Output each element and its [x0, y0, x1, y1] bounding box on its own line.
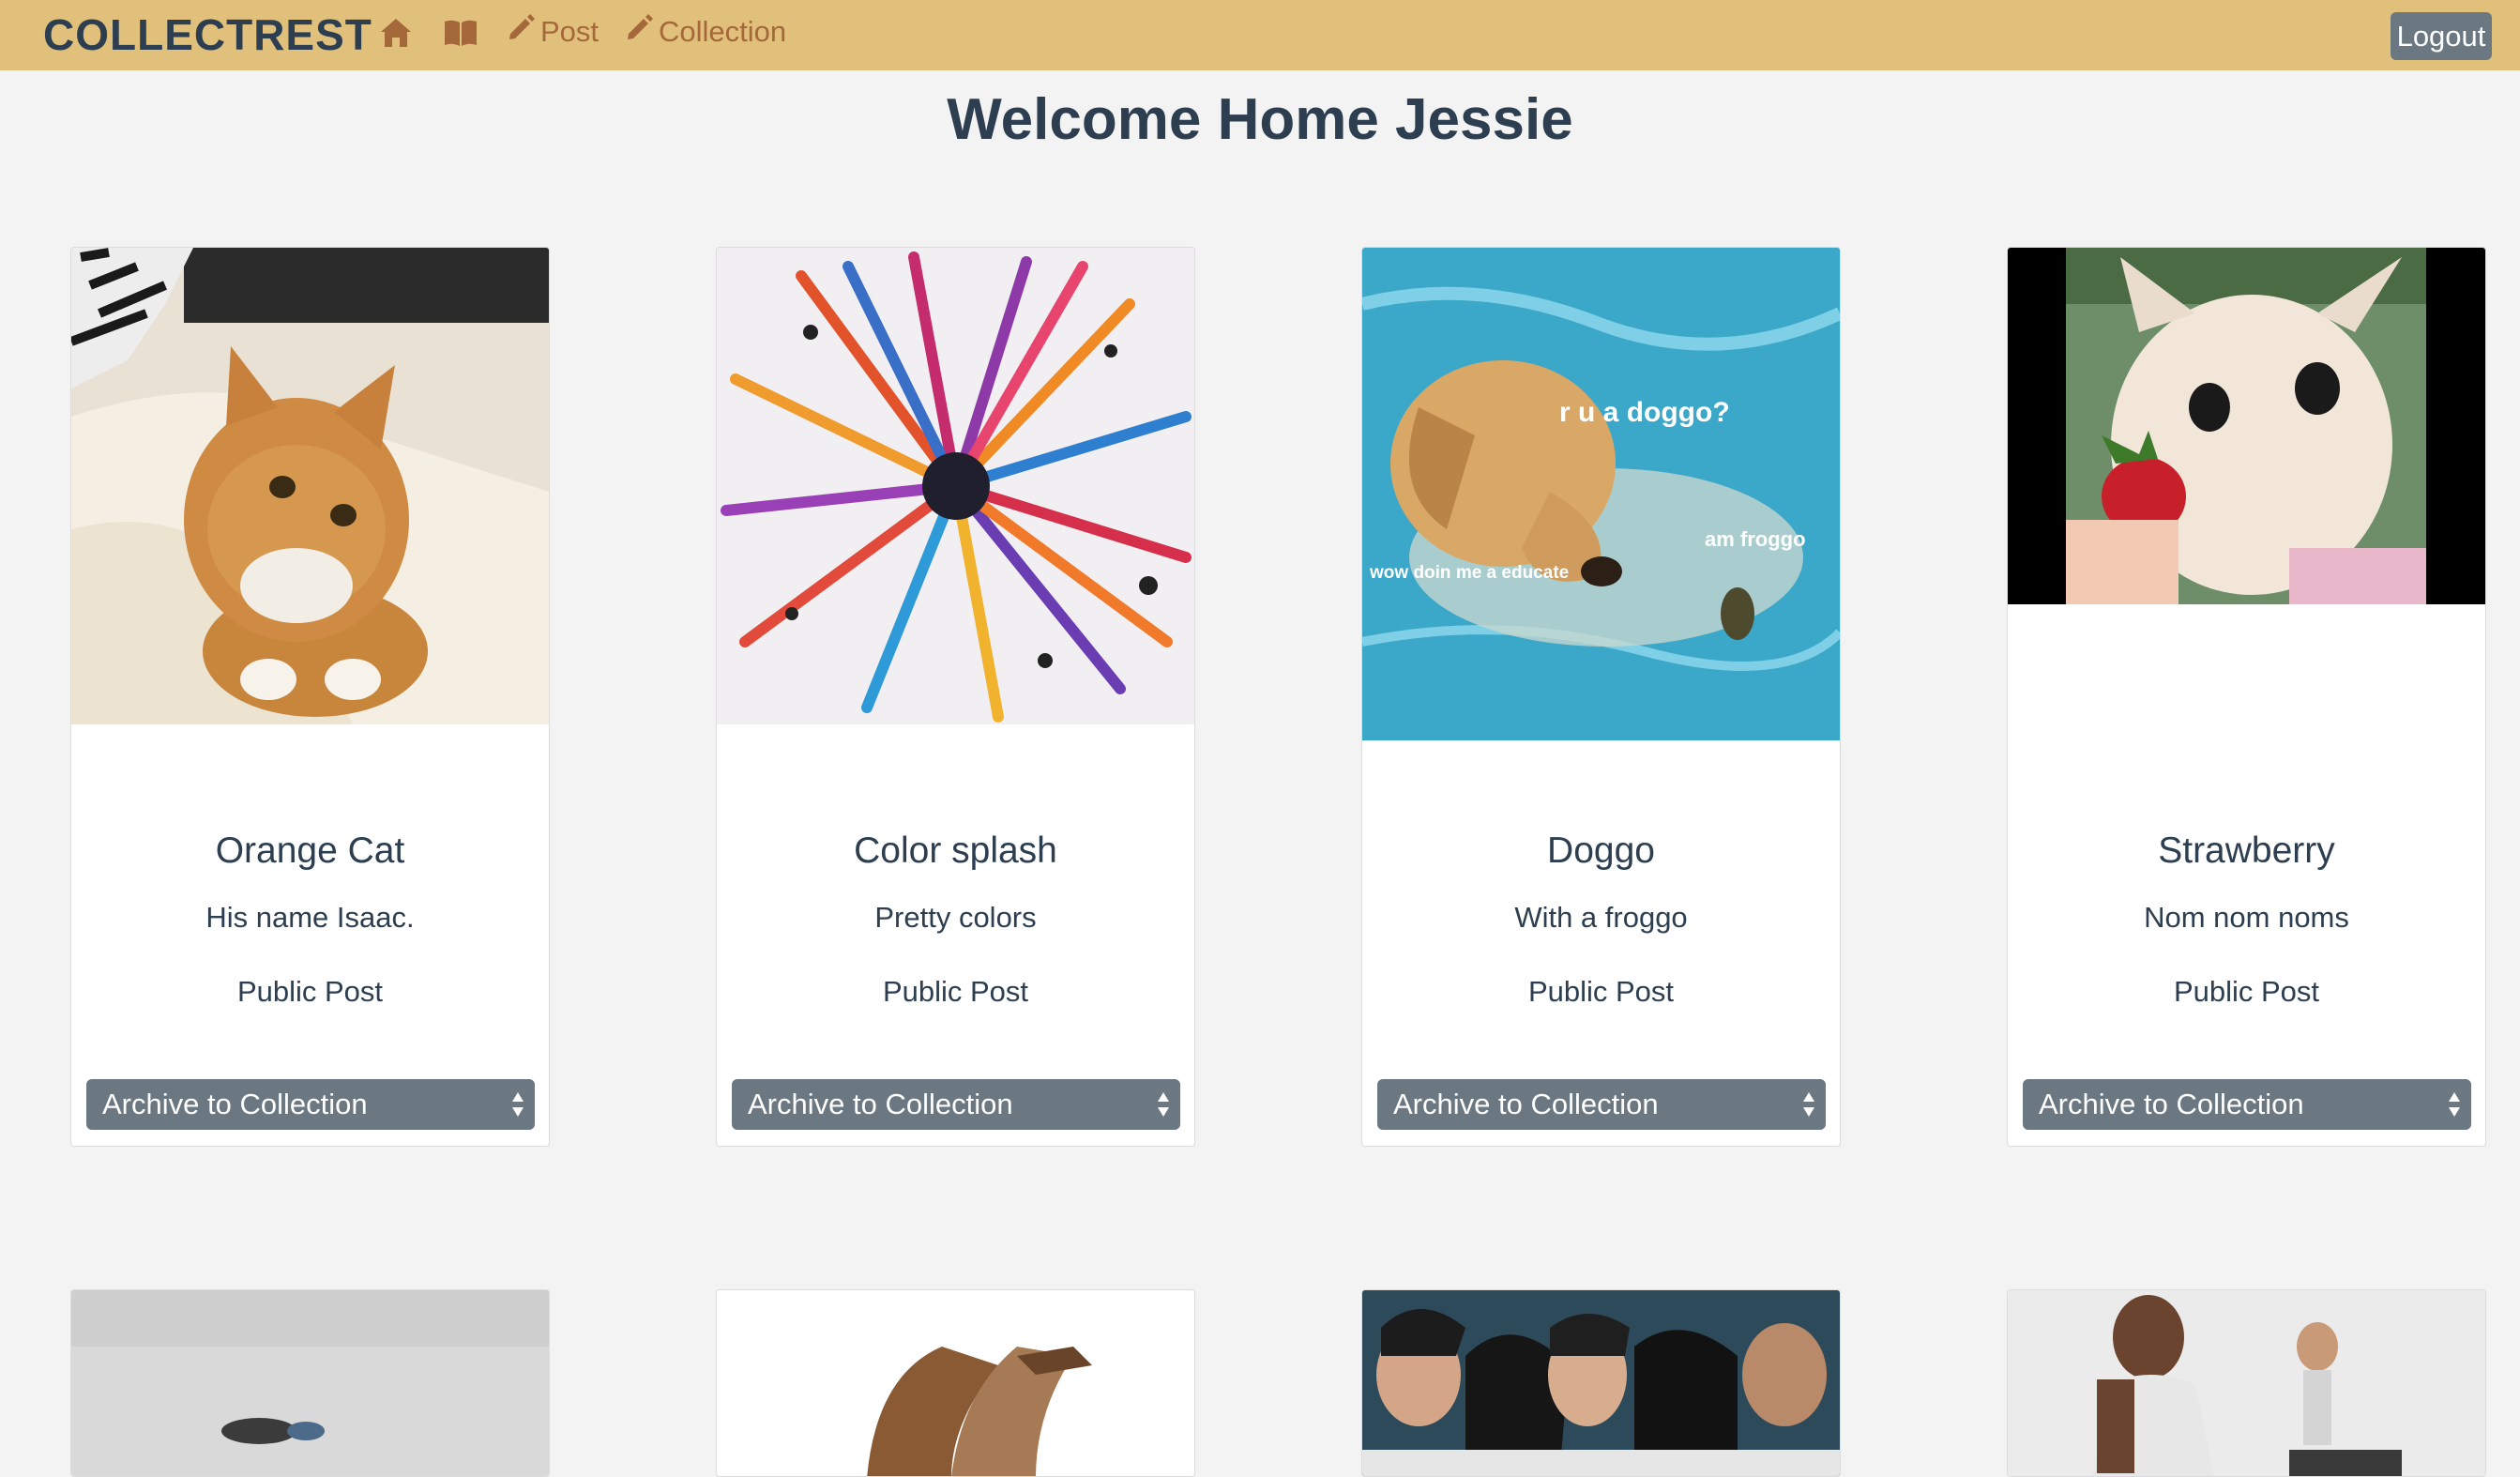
- post-card: [716, 1289, 1195, 1477]
- nav-collection-link[interactable]: Collection: [625, 11, 786, 53]
- post-image[interactable]: [717, 248, 1194, 724]
- post-title: Doggo: [1547, 830, 1655, 871]
- post-description: Pretty colors: [874, 901, 1037, 934]
- archive-select[interactable]: Archive to Collection: [86, 1079, 535, 1130]
- post-card: Color splash Pretty colors Public Post A…: [716, 247, 1195, 1147]
- archive-select[interactable]: Archive to Collection: [2023, 1079, 2471, 1130]
- archive-select-label: Archive to Collection: [2039, 1088, 2304, 1120]
- select-arrows-icon: [1158, 1092, 1169, 1117]
- home-icon[interactable]: [379, 17, 413, 49]
- archive-select-label: Archive to Collection: [102, 1088, 368, 1120]
- post-image[interactable]: [1362, 1290, 1840, 1477]
- pencil-icon: [625, 11, 659, 53]
- brand-logo[interactable]: COLLECTREST: [43, 8, 372, 61]
- archive-select[interactable]: Archive to Collection: [732, 1079, 1180, 1130]
- post-image[interactable]: r u a doggo? wow doin me a educate am fr…: [1362, 248, 1840, 740]
- post-title: Color splash: [854, 830, 1057, 871]
- nav-post-link[interactable]: Post: [507, 11, 599, 53]
- post-card: r u a doggo? wow doin me a educate am fr…: [1361, 247, 1841, 1147]
- select-arrows-icon: [512, 1092, 524, 1117]
- page-title: Welcome Home Jessie: [947, 87, 1573, 152]
- post-card: Orange Cat His name Isaac. Public Post A…: [70, 247, 550, 1147]
- post-description: Nom nom noms: [2144, 901, 2349, 934]
- select-arrows-icon: [1803, 1092, 1814, 1117]
- post-title: Strawberry: [2158, 830, 2335, 871]
- caption-main: r u a doggo?: [1559, 397, 1730, 428]
- nav-post-label: Post: [540, 15, 600, 48]
- post-description: With a froggo: [1514, 901, 1688, 934]
- post-visibility: Public Post: [236, 975, 384, 1008]
- post-visibility: Public Post: [1527, 975, 1675, 1008]
- post-title: Orange Cat: [215, 830, 405, 871]
- post-image[interactable]: [71, 1290, 549, 1477]
- post-image[interactable]: [717, 1290, 1194, 1477]
- post-image[interactable]: [71, 248, 549, 724]
- post-card: [1361, 1289, 1841, 1477]
- post-image[interactable]: [2008, 248, 2485, 604]
- post-card: [70, 1289, 550, 1477]
- post-visibility: Public Post: [2173, 975, 2320, 1008]
- logout-button[interactable]: Logout: [2391, 12, 2492, 60]
- book-icon[interactable]: [443, 17, 477, 49]
- archive-select[interactable]: Archive to Collection: [1377, 1079, 1826, 1130]
- pencil-icon: [507, 11, 540, 53]
- select-arrows-icon: [2449, 1092, 2460, 1117]
- nav-collection-label: Collection: [659, 15, 787, 48]
- caption-left: wow doin me a educate: [1369, 563, 1569, 583]
- post-visibility: Public Post: [882, 975, 1029, 1008]
- caption-right: am froggo: [1705, 527, 1806, 551]
- post-description: His name Isaac.: [205, 901, 415, 934]
- navbar: COLLECTREST Post Collection Logout: [0, 0, 2520, 70]
- archive-select-label: Archive to Collection: [1393, 1088, 1659, 1120]
- post-card: [2007, 1289, 2486, 1477]
- post-card: Strawberry Nom nom noms Public Post Arch…: [2007, 247, 2486, 1147]
- post-image[interactable]: [2008, 1290, 2485, 1477]
- archive-select-label: Archive to Collection: [748, 1088, 1013, 1120]
